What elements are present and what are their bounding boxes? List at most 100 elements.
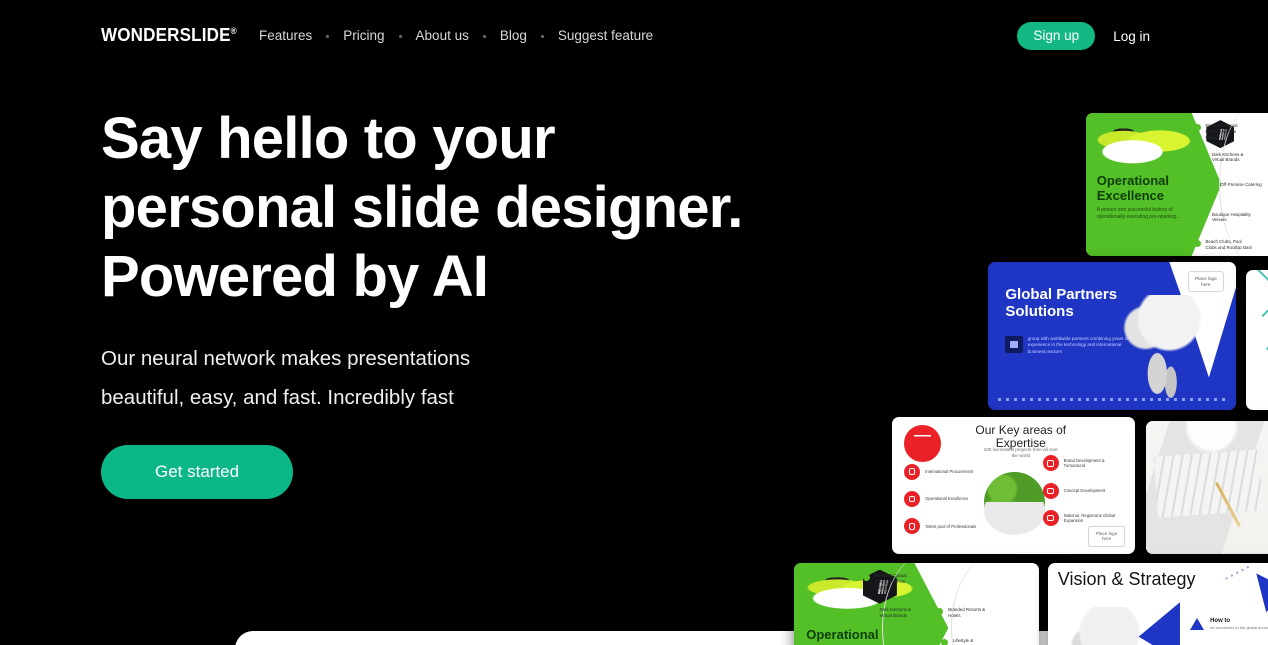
list-item-desc: be successful in the global economy: [1210, 624, 1268, 630]
nav-link-suggest-feature[interactable]: Suggest feature: [558, 27, 653, 45]
calendar-icon: [904, 425, 941, 462]
nav-link-pricing[interactable]: Pricing: [343, 27, 384, 45]
hero-section: Say hello to your personal slide designe…: [101, 104, 801, 499]
bullet-item: Lifestyle &: [941, 638, 997, 645]
list-item: Concept Development: [1042, 482, 1126, 499]
slide-title-line2: Solutions: [1005, 303, 1074, 321]
get-started-button[interactable]: Get started: [101, 445, 294, 499]
top-navigation-bar: WONDERSLIDE® Features Pricing About us B…: [0, 0, 1268, 72]
list-item: Talent pool of Professionals: [904, 518, 984, 535]
list-item: Brand Development & Turnaround: [1042, 455, 1126, 472]
slide-franchise-development[interactable]: ⚡ Franchise Development Working hand in …: [1146, 421, 1268, 554]
slide-vision-and-strategy[interactable]: Vision & Strategy How to be successful i…: [1048, 563, 1268, 645]
slide-title-line1: Global Partners: [1005, 285, 1118, 303]
slide-global-partners-solutions[interactable]: Global Partners Solutions group with wor…: [988, 262, 1236, 410]
bullet-dot-icon: [1208, 182, 1216, 190]
bullet-label: Dark Kitchens & Virtual Brands: [879, 607, 911, 618]
headline-line-1: Say hello to your: [101, 106, 556, 171]
slide-operational-excellence[interactable]: Operational Excellence A proven and succ…: [1086, 113, 1268, 256]
brand-logo[interactable]: WONDERSLIDE®: [101, 24, 237, 46]
hero-subtitle: Our neural network makes presentations b…: [101, 339, 641, 417]
sign-up-button[interactable]: Sign up: [1017, 22, 1096, 50]
bullet-label: Dark Kitchens & Virtual Brands: [1211, 151, 1244, 163]
list-item-label: Concept Development: [1063, 488, 1106, 494]
slide-operational-bottom[interactable]: Operational Elevated Casual Dining and F…: [794, 563, 1039, 645]
nav-link-blog[interactable]: Blog: [500, 27, 527, 45]
bullet-item: Dark Kitchens & Virtual Brands: [1199, 151, 1256, 164]
list-item-label: National, Regional & Global Expansion: [1063, 512, 1116, 524]
list-item-label: Talent pool of Professionals: [925, 523, 977, 529]
robot-face-photo: [1062, 607, 1146, 645]
bullet-label: Elevated Casual Dining and Fine Dining: [874, 573, 907, 591]
dotted-rule: [997, 398, 1227, 402]
bullet-item: Off-Premise Catering: [1208, 181, 1268, 190]
headline-line-3: Powered by AI: [101, 244, 489, 309]
triangle-accent-shape: [1256, 573, 1268, 613]
dotted-accent-line: [1225, 564, 1253, 580]
bullet-list: Elevated Casual Dining and Fine Dining D…: [794, 563, 1039, 645]
list-item: How to be successful in the global econo…: [1190, 617, 1268, 630]
logo-placeholder-line2: here: [1201, 281, 1211, 287]
nav-separator-dot-icon: [326, 34, 330, 38]
bullet-dot-icon: [936, 608, 944, 616]
document-icon: [1005, 336, 1023, 354]
bullet-item: Branded Resorts & Hotels: [936, 607, 992, 619]
logo-placeholder: Place logo here: [1087, 525, 1126, 548]
bullet-label: Elevated Casual Dining and Fine Dining: [1205, 123, 1238, 140]
nav-links: Features Pricing About us Blog Suggest f…: [259, 27, 653, 45]
chart-icon: [1042, 455, 1059, 472]
headline-line-2: personal slide designer.: [101, 175, 743, 240]
nav-separator-dot-icon: [540, 34, 544, 38]
nav-link-features[interactable]: Features: [259, 27, 312, 45]
bullet-dot-icon: [1193, 124, 1201, 131]
nav-actions: Sign up Log in: [1017, 22, 1150, 50]
list-item-label: Brand Development & Turnaround: [1063, 457, 1105, 469]
nav-separator-dot-icon: [398, 34, 402, 38]
bullet-dot-icon: [1199, 152, 1207, 160]
triangle-bullet-icon: [1190, 617, 1205, 630]
list-item-label: Operational Excellence: [925, 496, 969, 502]
list-item-label: International Procurement: [925, 468, 974, 474]
list-item: National, Regional & Global Expansion: [1042, 510, 1126, 527]
page-title: Say hello to your personal slide designe…: [101, 104, 801, 311]
expansion-icon: [1042, 510, 1059, 527]
nav-link-about-us[interactable]: About us: [416, 27, 469, 45]
list-item: Operational Excellence: [904, 490, 984, 507]
brand-logo-text: WONDERSLIDE: [101, 24, 231, 45]
bullet-dot-icon: [1199, 212, 1207, 220]
bullet-label: Branded Resorts & Hotels: [948, 607, 986, 618]
slide-body-text: group with worldwide partners combining …: [1027, 336, 1129, 354]
slide-key-areas-of-expertise[interactable]: Our Key areas of Expertise 100 successfu…: [892, 417, 1135, 554]
logo-placeholder-line2: here: [1101, 536, 1112, 542]
logo-placeholder-line1: Place logo: [1195, 275, 1217, 281]
globe-icon: [904, 463, 921, 480]
slide-title-line1: Our Key areas of: [975, 422, 1067, 437]
logo-placeholder: Place logo here: [1188, 270, 1224, 293]
bullet-label: Off-Premise Catering: [1220, 181, 1262, 187]
bulb-icon: [1042, 482, 1059, 499]
slide-title: Global Partners Solutions: [1005, 286, 1117, 321]
log-in-link[interactable]: Log in: [1113, 29, 1150, 44]
bullet-item: Elevated Casual Dining and Fine Dining: [862, 573, 919, 591]
slide-title: Vision & Strategy: [1057, 568, 1196, 589]
bullet-item: Beach Clubs, Pool Clubs and Rooftop Bars: [1193, 239, 1254, 251]
gear-icon: [904, 490, 921, 507]
nav-separator-dot-icon: [482, 34, 486, 38]
bullet-dot-icon: [862, 574, 870, 582]
bullet-item: Elevated Casual Dining and Fine Dining: [1193, 123, 1250, 140]
bullet-dot-icon: [1193, 239, 1201, 247]
subtitle-line-2: beautiful, easy, and fast. Incredibly fa…: [101, 386, 454, 409]
landing-page: WONDERSLIDE® Features Pricing About us B…: [0, 0, 1268, 645]
registered-trademark-icon: ®: [230, 25, 237, 36]
bullet-item: Dark Kitchens & Virtual Brands: [867, 607, 924, 619]
chevron-arrow-icon: [1246, 270, 1268, 317]
bullet-item: Boutique Hospitality Venues: [1199, 212, 1256, 224]
bullet-list: Elevated Casual Dining and Fine Dining D…: [1086, 113, 1268, 256]
bullet-dot-icon: [941, 639, 948, 645]
subtitle-line-1: Our neural network makes presentations: [101, 347, 471, 370]
bullet-dot-icon: [867, 608, 875, 616]
keyboard-photo: [1153, 449, 1263, 518]
bullet-label: Lifestyle &: [953, 638, 974, 644]
list-item: International Procurement: [904, 463, 984, 480]
slide-global-partners-clipped[interactable]: G P S: [1246, 270, 1268, 410]
